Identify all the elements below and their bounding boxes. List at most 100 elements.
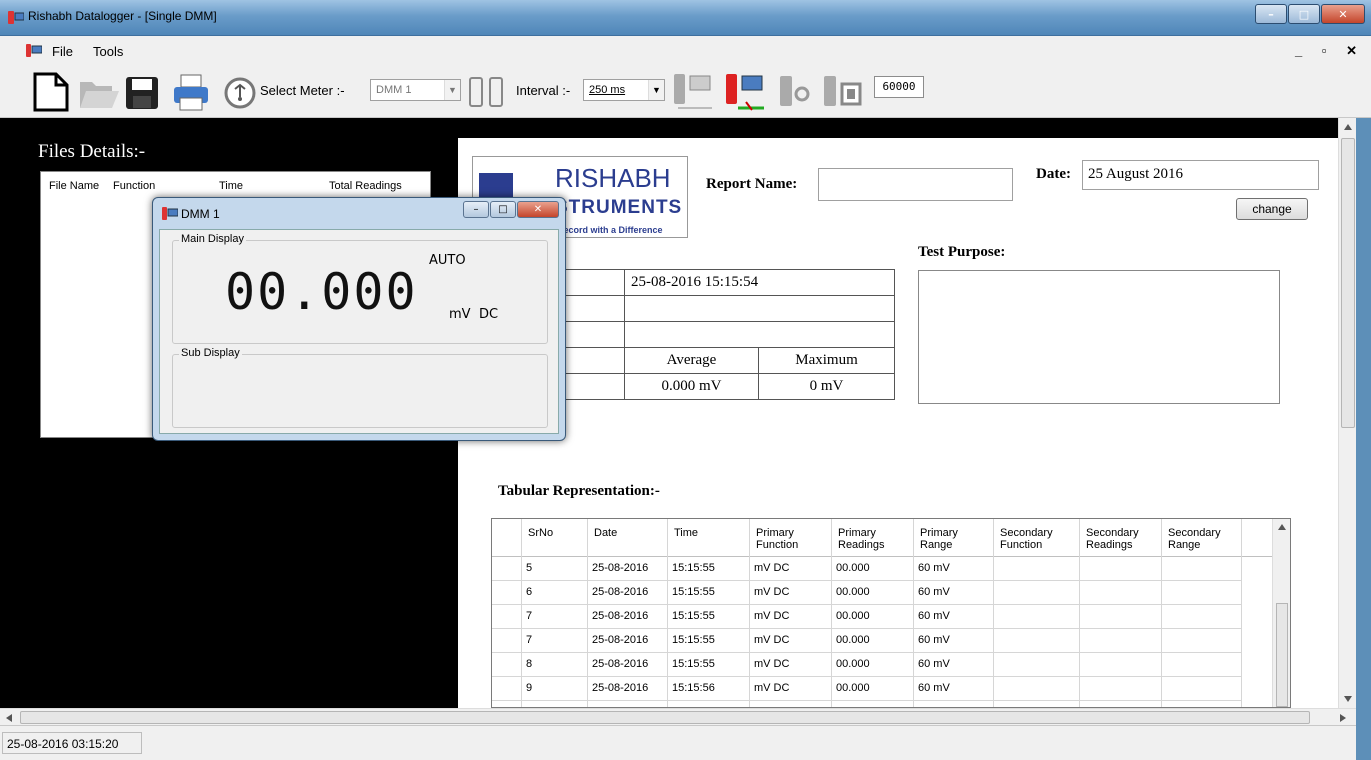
table-cell[interactable]: 00.000: [832, 557, 914, 581]
table-cell[interactable]: 00.000: [832, 653, 914, 677]
table-cell[interactable]: mV DC: [750, 557, 832, 581]
table-cell[interactable]: mV DC: [750, 701, 832, 707]
table-cell[interactable]: 25-08-2016: [588, 653, 668, 677]
table-cell[interactable]: 00.000: [832, 629, 914, 653]
dmm-close-button[interactable]: ✕: [517, 201, 559, 218]
grid-vertical-scrollbar[interactable]: [1272, 519, 1290, 707]
table-cell[interactable]: 60 mV: [914, 701, 994, 707]
meter-settings-icon[interactable]: [778, 74, 814, 110]
meter-info-icon[interactable]: [822, 74, 866, 110]
table-cell[interactable]: 25-08-2016: [588, 701, 668, 707]
table-cell[interactable]: [994, 677, 1080, 701]
dmm-maximize-button[interactable]: □: [490, 201, 516, 218]
table-cell[interactable]: mV DC: [750, 677, 832, 701]
open-folder-icon[interactable]: [78, 78, 120, 110]
row-selector[interactable]: [492, 557, 522, 581]
table-cell[interactable]: mV DC: [750, 629, 832, 653]
table-cell[interactable]: 60 mV: [914, 677, 994, 701]
meter-pc-icon[interactable]: [672, 70, 716, 112]
table-cell[interactable]: [1080, 653, 1162, 677]
table-row[interactable]: 7 25-08-2016 15:15:55 mV DC 00.000 60 mV: [492, 629, 1272, 653]
col-total-readings[interactable]: Total Readings: [329, 180, 402, 192]
table-cell[interactable]: 25-08-2016: [588, 629, 668, 653]
grid-scroll-thumb[interactable]: [1276, 603, 1288, 707]
grid-header-cell[interactable]: Secondary Readings: [1080, 519, 1162, 557]
table-cell[interactable]: [994, 557, 1080, 581]
table-cell[interactable]: [1162, 629, 1242, 653]
close-button[interactable]: ✕: [1321, 4, 1365, 24]
grid-header-cell[interactable]: Secondary Function: [994, 519, 1080, 557]
table-cell[interactable]: mV DC: [750, 653, 832, 677]
new-file-icon[interactable]: [32, 72, 70, 112]
row-selector[interactable]: [492, 605, 522, 629]
table-cell[interactable]: 25-08-2016: [588, 581, 668, 605]
grid-header-cell[interactable]: SrNo: [522, 519, 588, 557]
table-cell[interactable]: [1080, 701, 1162, 707]
connect-icon[interactable]: [224, 77, 256, 109]
table-cell[interactable]: [994, 581, 1080, 605]
table-cell[interactable]: 15:15:55: [668, 653, 750, 677]
page-vertical-scrollbar[interactable]: [1338, 118, 1356, 708]
row-selector[interactable]: [492, 581, 522, 605]
grid-header-cell[interactable]: Primary Readings: [832, 519, 914, 557]
interval-dropdown[interactable]: 250 ms ▼: [583, 79, 665, 101]
change-date-button[interactable]: change: [1236, 198, 1308, 220]
table-row[interactable]: 8 25-08-2016 15:15:55 mV DC 00.000 60 mV: [492, 653, 1272, 677]
maximize-button[interactable]: □: [1288, 4, 1320, 24]
table-row[interactable]: 6 25-08-2016 15:15:55 mV DC 00.000 60 mV: [492, 581, 1272, 605]
table-cell[interactable]: [1080, 581, 1162, 605]
grid-header-cell[interactable]: Secondary Range: [1162, 519, 1242, 557]
table-cell[interactable]: [1080, 557, 1162, 581]
minimize-button[interactable]: –: [1255, 4, 1287, 24]
table-cell[interactable]: 8: [522, 653, 588, 677]
page-horizontal-scrollbar[interactable]: [0, 708, 1356, 725]
title-bar[interactable]: Rishabh Datalogger - [Single DMM] – □ ✕: [0, 0, 1371, 36]
table-cell[interactable]: [1162, 581, 1242, 605]
table-cell[interactable]: [994, 605, 1080, 629]
table-cell[interactable]: 5: [522, 557, 588, 581]
scroll-up-icon[interactable]: [1344, 124, 1352, 130]
start-logging-icon[interactable]: [724, 70, 768, 112]
table-cell[interactable]: mV DC: [750, 605, 832, 629]
table-cell[interactable]: [994, 701, 1080, 707]
table-cell[interactable]: [1162, 557, 1242, 581]
table-cell[interactable]: 00.000: [832, 701, 914, 707]
table-cell[interactable]: 25-08-2016: [588, 677, 668, 701]
table-cell[interactable]: 7: [522, 629, 588, 653]
table-cell[interactable]: 15:15:56: [668, 701, 750, 707]
col-time[interactable]: Time: [219, 180, 243, 192]
row-selector[interactable]: [492, 653, 522, 677]
table-cell[interactable]: 60 mV: [914, 653, 994, 677]
table-row[interactable]: 7 25-08-2016 15:15:55 mV DC 00.000 60 mV: [492, 605, 1272, 629]
table-cell[interactable]: 6: [522, 581, 588, 605]
table-cell[interactable]: [1080, 605, 1162, 629]
col-file-name[interactable]: File Name: [49, 180, 99, 192]
scroll-down-icon[interactable]: [1344, 696, 1352, 702]
table-cell[interactable]: [1080, 629, 1162, 653]
table-cell[interactable]: [1162, 605, 1242, 629]
scroll-left-icon[interactable]: [6, 714, 12, 722]
table-cell[interactable]: 15:15:55: [668, 605, 750, 629]
test-purpose-input[interactable]: [918, 270, 1280, 404]
table-cell[interactable]: [1080, 677, 1162, 701]
table-cell[interactable]: 15:15:55: [668, 581, 750, 605]
table-row[interactable]: 1025-08-201615:15:56mV DC00.00060 mV: [492, 701, 1272, 707]
page-hscroll-thumb[interactable]: [20, 711, 1310, 724]
table-cell[interactable]: [994, 629, 1080, 653]
row-selector[interactable]: [492, 629, 522, 653]
page-scroll-thumb[interactable]: [1341, 138, 1355, 428]
meter-disconnected-icon[interactable]: [466, 74, 510, 110]
col-function[interactable]: Function: [113, 180, 155, 192]
grid-header-cell[interactable]: Primary Function: [750, 519, 832, 557]
row-selector[interactable]: [492, 701, 522, 707]
dmm-minimize-button[interactable]: –: [463, 201, 489, 218]
scroll-up-icon[interactable]: [1278, 524, 1286, 530]
table-cell[interactable]: [1162, 701, 1242, 707]
table-cell[interactable]: [994, 653, 1080, 677]
table-cell[interactable]: mV DC: [750, 581, 832, 605]
table-cell[interactable]: 15:15:55: [668, 629, 750, 653]
table-cell[interactable]: 60 mV: [914, 629, 994, 653]
table-row[interactable]: 5 25-08-2016 15:15:55 mV DC 00.000 60 mV: [492, 557, 1272, 581]
table-cell[interactable]: 00.000: [832, 581, 914, 605]
grid-header-cell[interactable]: Primary Range: [914, 519, 994, 557]
